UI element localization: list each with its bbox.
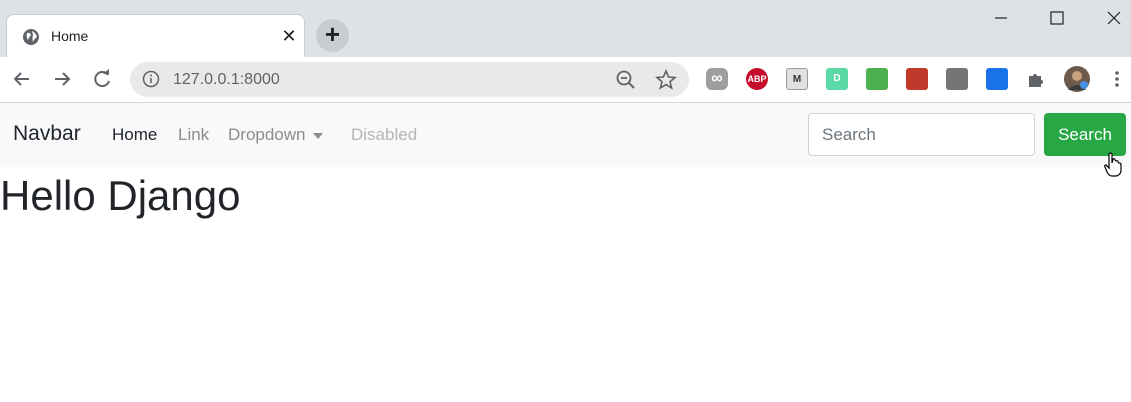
globe-icon (23, 29, 39, 45)
close-icon[interactable] (1099, 6, 1129, 30)
avatar[interactable] (1064, 66, 1090, 92)
maximize-icon[interactable] (1042, 6, 1072, 30)
info-icon[interactable] (142, 70, 160, 88)
barcode-extension-icon[interactable] (946, 68, 968, 90)
minimize-icon[interactable] (986, 6, 1016, 30)
zoom-out-icon[interactable] (615, 69, 637, 91)
nav-link-dropdown[interactable]: Dropdown (228, 125, 323, 145)
navbar-brand[interactable]: Navbar (13, 122, 81, 146)
new-tab-button[interactable]: + (316, 19, 349, 52)
mercury-reader-icon[interactable]: M (786, 68, 808, 90)
adblock-plus-icon[interactable]: ABP (746, 68, 768, 90)
search-button[interactable]: Search (1044, 113, 1126, 156)
tab-title: Home (51, 28, 89, 44)
book-extension-icon[interactable] (906, 68, 928, 90)
tab-close-icon[interactable]: ✕ (277, 25, 301, 49)
tab-strip: Home ✕ + (0, 0, 1131, 57)
address-bar[interactable]: 127.0.0.1:8000 (130, 62, 689, 97)
page-heading: Hello Django (0, 172, 241, 219)
infinity-extension-icon[interactable]: ∞ (706, 68, 728, 90)
reload-icon[interactable] (89, 66, 115, 92)
globe-extension-icon[interactable] (866, 68, 888, 90)
nav-link-link[interactable]: Link (178, 125, 209, 145)
dropdown-label: Dropdown (228, 125, 306, 144)
bookmark-extension-icon[interactable] (986, 68, 1008, 90)
caret-down-icon (312, 132, 323, 139)
page-navbar: Navbar Home Link Dropdown Disabled Searc… (0, 103, 1131, 167)
browser-toolbar: 127.0.0.1:8000 ∞ ABP M D (0, 57, 1131, 103)
search-input[interactable] (808, 113, 1035, 156)
hand-cursor-icon (1104, 152, 1122, 177)
dashlane-icon[interactable]: D (826, 68, 848, 90)
more-menu-icon[interactable] (1106, 68, 1128, 90)
puzzle-icon[interactable] (1025, 68, 1047, 90)
forward-arrow-icon[interactable] (49, 66, 75, 92)
back-arrow-icon[interactable] (9, 66, 35, 92)
browser-tab[interactable]: Home ✕ (6, 14, 305, 57)
nav-link-disabled: Disabled (351, 125, 418, 144)
star-icon[interactable] (655, 69, 677, 91)
url-text[interactable]: 127.0.0.1:8000 (173, 71, 280, 89)
nav-link-home[interactable]: Home (112, 125, 157, 145)
